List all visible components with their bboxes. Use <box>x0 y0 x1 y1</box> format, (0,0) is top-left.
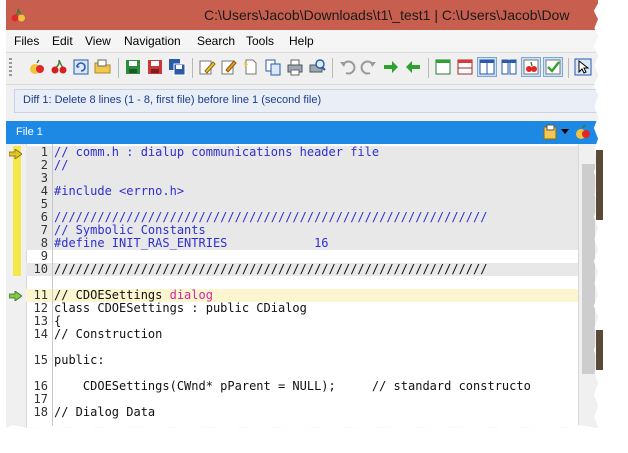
show-differences-icon[interactable] <box>521 57 541 77</box>
code-line[interactable]: 8 #define INIT_RAS_ENTRIES 16 <box>26 237 578 250</box>
previous-difference-icon[interactable] <box>404 58 422 76</box>
menu-bar: Files Edit View Navigation Search Tools … <box>6 30 598 51</box>
edit-note-icon[interactable] <box>220 58 238 76</box>
code-line[interactable]: 15 public: <box>26 354 578 367</box>
code-line[interactable]: 6///////////////////////////////////////… <box>26 211 578 224</box>
code-line[interactable]: 17 <box>26 393 578 406</box>
print-preview-icon[interactable] <box>308 58 326 76</box>
save-left-icon[interactable] <box>146 58 164 76</box>
refresh-icon[interactable] <box>72 58 90 76</box>
copy-icon[interactable] <box>264 58 282 76</box>
file-pane-label: File 1 <box>16 126 43 138</box>
line-number-divider <box>52 144 53 428</box>
code-line[interactable]: 3 <box>26 172 578 185</box>
diff-marker-gutter <box>6 144 27 428</box>
save-all-icon[interactable] <box>168 58 186 76</box>
print-icon[interactable] <box>286 58 304 76</box>
background-window-edge <box>596 150 603 220</box>
background-window-edge <box>596 330 603 370</box>
code-line[interactable]: 5 <box>26 198 578 211</box>
side-by-side-icon[interactable] <box>500 58 518 76</box>
title-bar[interactable]: C:\Users\Jacob\Downloads\t1\_test1 | C:\… <box>6 0 598 30</box>
window-title: C:\Users\Jacob\Downloads\t1\_test1 | C:\… <box>204 7 570 23</box>
code-line[interactable]: 12 class CDOESettings : public CDialog <box>26 302 578 315</box>
cherries-icon[interactable] <box>50 58 68 76</box>
toolbar-separator <box>568 58 569 78</box>
check-icon[interactable] <box>543 57 563 77</box>
open-folder-icon[interactable] <box>94 58 112 76</box>
save-icon[interactable] <box>124 58 142 76</box>
menu-navigation[interactable]: Navigation <box>124 34 181 48</box>
vertical-scrollbar[interactable] <box>578 144 598 428</box>
code-line[interactable]: 13{ <box>26 315 578 328</box>
next-difference-icon[interactable] <box>382 58 400 76</box>
code-line-current[interactable]: 11// CDOESettings dialog <box>26 289 578 302</box>
toolbar-separator <box>332 58 333 78</box>
toolbar-separator <box>428 58 429 78</box>
toolbar <box>6 52 598 85</box>
menu-search[interactable]: Search <box>197 34 235 48</box>
code-line[interactable]: 7// Symbolic Constants <box>26 224 578 237</box>
cursor-select-icon[interactable] <box>574 58 592 76</box>
file-pane-header: File 1 <box>6 121 598 144</box>
code-line[interactable]: 1// comm.h : dialup communications heade… <box>26 146 578 159</box>
toolbar-separator <box>118 58 119 78</box>
menu-view[interactable]: View <box>85 34 111 48</box>
application-window: C:\Users\Jacob\Downloads\t1\_test1 | C:\… <box>6 0 598 428</box>
diff-status-text: Diff 1: Delete 8 lines (1 - 8, first fil… <box>23 94 322 106</box>
single-pane-icon[interactable] <box>434 58 452 76</box>
toolbar-grip[interactable] <box>9 58 12 78</box>
horizontal-split-icon[interactable] <box>456 58 474 76</box>
scrollbar-thumb[interactable] <box>582 164 595 374</box>
compare-files-icon[interactable] <box>28 58 46 76</box>
new-document-icon[interactable] <box>242 58 260 76</box>
code-line[interactable]: 14// Construction <box>26 328 578 341</box>
file-compare-icon[interactable] <box>574 123 592 141</box>
redo-icon[interactable] <box>360 58 378 76</box>
code-editor[interactable]: 1// comm.h : dialup communications heade… <box>6 144 598 428</box>
file-options-dropdown-icon[interactable] <box>561 126 569 134</box>
vertical-split-icon[interactable] <box>477 57 497 77</box>
code-line[interactable]: 2// <box>26 159 578 172</box>
code-line[interactable]: 10//////////////////////////////////////… <box>26 263 578 276</box>
app-cherries-icon <box>10 7 26 23</box>
menu-edit[interactable]: Edit <box>52 34 73 48</box>
current-diff-arrow-icon <box>8 148 23 160</box>
code-line[interactable]: 16 CDOESettings(CWnd* pParent = NULL); /… <box>26 380 578 393</box>
edit-pencil-icon[interactable] <box>198 58 216 76</box>
sync-point-arrow-icon <box>8 290 23 302</box>
menu-files[interactable]: Files <box>14 34 39 48</box>
code-line[interactable]: 9 <box>26 250 578 263</box>
file-options-icon[interactable] <box>542 123 560 141</box>
diff-change-marker <box>13 146 21 276</box>
code-line[interactable]: 4 #include <errno.h> <box>26 185 578 198</box>
code-line[interactable]: 18// Dialog Data <box>26 406 578 419</box>
undo-icon[interactable] <box>338 58 356 76</box>
menu-tools[interactable]: Tools <box>246 34 274 48</box>
diff-status-bar: Diff 1: Delete 8 lines (1 - 8, first fil… <box>14 89 598 113</box>
menu-help[interactable]: Help <box>289 34 314 48</box>
toolbar-separator <box>192 58 193 78</box>
